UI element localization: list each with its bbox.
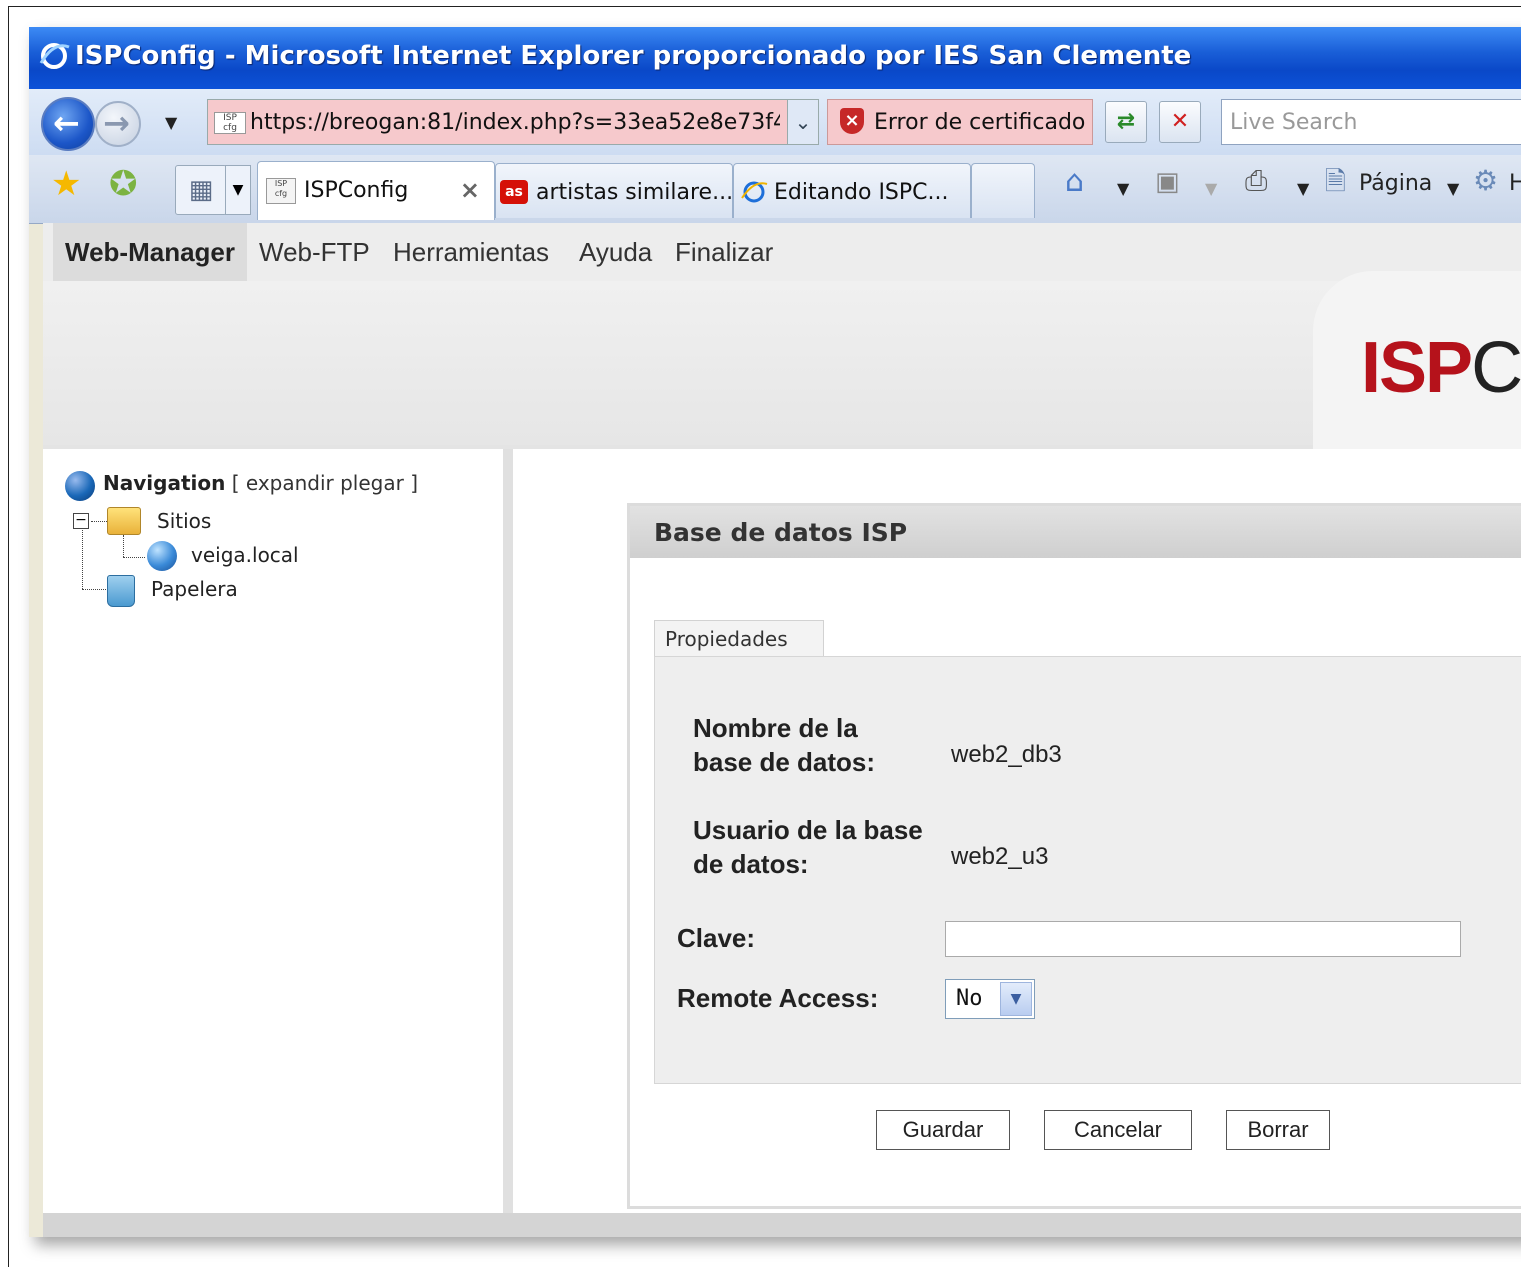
website-globe-icon [147,541,177,571]
page-dropdown-icon[interactable]: ▼ [1447,179,1459,198]
tab-label: Propiedades [665,627,788,651]
print-icon[interactable]: ⎙ [1245,167,1267,195]
password-field[interactable] [945,921,1461,957]
cancel-button[interactable]: Cancelar [1044,1110,1192,1150]
tree-connector [123,557,145,558]
tree-item-papelera[interactable]: Papelera [151,577,238,601]
search-input[interactable]: Live Search [1221,99,1521,145]
chevron-down-icon[interactable]: ▼ [1000,982,1032,1016]
tab-label: Editando ISPC... [774,180,949,205]
save-button[interactable]: Guardar [876,1110,1010,1150]
new-tab-button[interactable] [971,163,1035,218]
db-name-value: web2_db3 [951,741,1062,768]
address-bar[interactable]: ISP cfg https://breogan:81/index.php?s=33… [207,99,819,145]
remote-access-value: No [956,986,983,1011]
remote-access-label: Remote Access: [677,983,879,1013]
folder-icon [107,507,141,535]
quick-tabs-button[interactable]: ▦ [175,165,227,215]
address-url[interactable]: https://breogan:81/index.php?s=33ea52e8e… [250,110,780,135]
screenshot-frame: ISPConfig - Microsoft Internet Explorer … [8,6,1521,1267]
navigation-sidebar: Navigation [ expandir plegar ] − Sitios … [43,449,513,1213]
home-dropdown-icon[interactable]: ▼ [1117,179,1129,198]
tree-item-site[interactable]: veiga.local [191,543,299,567]
back-button[interactable]: ← [41,97,95,151]
tree-connector [123,535,124,557]
db-user-value: web2_u3 [951,843,1049,870]
search-placeholder: Live Search [1230,110,1358,135]
menu-finalizar[interactable]: Finalizar [675,223,773,281]
menu-ayuda[interactable]: Ayuda [579,223,652,281]
menu-web-manager[interactable]: Web-Manager [53,223,247,281]
panel-title: Base de datos ISP [654,518,908,547]
expand-collapse-links[interactable]: [ expandir plegar ] [232,471,418,495]
forward-button[interactable]: → [95,101,141,147]
tab-editing[interactable]: Editando ISPC... [733,163,971,218]
recycle-bin-icon [107,575,135,607]
menu-web-ftp[interactable]: Web-FTP [259,223,370,281]
tree-connector [82,589,106,590]
tab-propiedades[interactable]: Propiedades [654,620,824,657]
db-user-label: Usuario de la base de datos: [693,815,923,879]
web-page: Web-Manager Web-FTP Herramientas Ayuda F… [43,223,1521,1237]
page-menu-button[interactable]: Página [1359,171,1432,196]
browser-window: ISPConfig - Microsoft Internet Explorer … [29,27,1521,1237]
favorites-star-icon[interactable]: ★ [51,167,81,201]
properties-form: Nombre de la base de datos: web2_db3 Usu… [654,656,1521,1084]
arrow-right-icon: → [103,104,130,142]
page-icon[interactable]: 🗎 [1325,169,1346,195]
globe-icon [65,471,95,501]
arrow-left-icon: ← [53,104,80,142]
collapse-toggle-icon[interactable]: − [73,513,89,529]
tab-list-dropdown[interactable]: ▼ [225,165,251,215]
app-header: ISPC [43,271,1521,461]
shield-error-icon: × [840,108,864,134]
address-toolbar: ← → ▼ ISP cfg https://breogan:81/index.ph… [29,89,1521,155]
navigation-header: Navigation [ expandir plegar ] [103,471,418,495]
ispconfig-logo: ISPC [1361,328,1521,408]
tab-ispconfig[interactable]: ISP cfg ISPConfig × [257,161,495,220]
tree-item-sitios[interactable]: Sitios [157,509,211,533]
tab-label: artistas similare... [536,180,734,205]
tab-label: ISPConfig [304,178,409,203]
delete-button[interactable]: Borrar [1226,1110,1330,1150]
feeds-icon[interactable]: ▣ [1155,169,1180,195]
lastfm-icon: as [500,180,528,204]
status-bar [43,1213,1521,1237]
main-content: Base de datos ISP Propiedades Nombre de … [513,449,1521,1213]
remote-access-select[interactable]: No ▼ [945,979,1035,1019]
tree-connector [82,527,83,589]
gear-icon[interactable]: ⚙ [1473,167,1498,195]
tools-menu-button[interactable]: H [1509,171,1521,196]
menu-herramientas[interactable]: Herramientas [393,223,549,281]
app-menubar: Web-Manager Web-FTP Herramientas Ayuda F… [43,223,1521,282]
tab-bar: ★ ✪ ▦ ▼ ISP cfg ISPConfig × as artistas s… [29,155,1521,224]
stop-button[interactable]: ✕ [1159,101,1201,143]
refresh-button[interactable]: ⇄ [1105,101,1147,143]
ie-page-icon [741,181,768,203]
certificate-error-button[interactable]: × Error de certificado [827,99,1093,145]
ispconfig-favicon-icon: ISP cfg [266,178,296,204]
add-favorites-icon[interactable]: ✪ [109,167,138,201]
db-name-label: Nombre de la base de datos: [693,713,876,777]
panel-header: Base de datos ISP [630,506,1521,558]
password-label: Clave: [677,923,756,953]
home-icon[interactable]: ⌂ [1065,167,1084,197]
print-dropdown-icon[interactable]: ▼ [1297,179,1309,198]
window-title: ISPConfig - Microsoft Internet Explorer … [75,41,1192,71]
certificate-error-label: Error de certificado [874,110,1086,135]
feeds-dropdown-icon[interactable]: ▼ [1205,179,1217,198]
window-titlebar[interactable]: ISPConfig - Microsoft Internet Explorer … [29,27,1521,89]
tab-lastfm[interactable]: as artistas similare... [495,163,733,218]
favicon-ispconfig-icon: ISP cfg [214,112,246,134]
ie-logo-icon [39,43,70,69]
tree-connector [91,521,107,522]
navigation-title: Navigation [103,471,226,495]
history-dropdown-icon[interactable]: ▼ [165,113,177,132]
database-panel: Base de datos ISP Propiedades Nombre de … [627,503,1521,1209]
address-dropdown-icon[interactable]: ⌄ [787,100,818,144]
close-tab-icon[interactable]: × [460,176,480,204]
